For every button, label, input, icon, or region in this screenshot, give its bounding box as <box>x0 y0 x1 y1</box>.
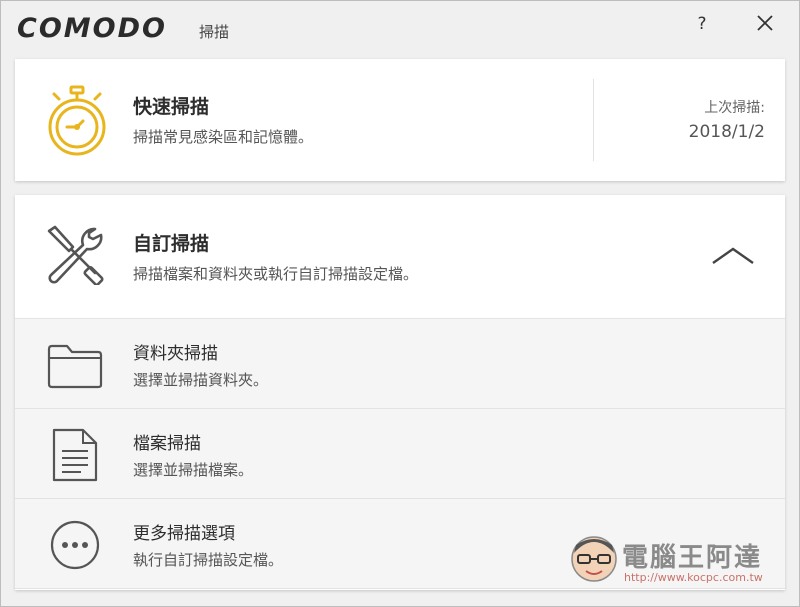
custom-scan-description: 掃描檔案和資料夾或執行自訂掃描設定檔。 <box>133 265 419 283</box>
close-icon <box>757 15 773 31</box>
last-scan-label: 上次掃描: <box>704 100 765 116</box>
custom-scan-header[interactable]: 自訂掃描 掃描檔案和資料夾或執行自訂掃描設定檔。 <box>15 195 785 319</box>
tools-icon <box>47 225 104 285</box>
more-icon <box>50 520 100 570</box>
folder-icon <box>47 344 103 389</box>
quick-scan-title: 快速掃描 <box>133 96 210 118</box>
divider <box>593 79 594 161</box>
watermark-title: 電腦王阿達 <box>622 543 763 573</box>
quick-scan-card[interactable]: 快速掃描 掃描常見感染區和記憶體。 上次掃描: 2018/1/2 <box>15 59 785 181</box>
custom-scan-title: 自訂掃描 <box>133 233 210 255</box>
close-button[interactable] <box>751 9 779 37</box>
file-scan-item[interactable]: 檔案掃描 選擇並掃描檔案。 <box>15 409 785 499</box>
folder-scan-item[interactable]: 資料夾掃描 選擇並掃描資料夾。 <box>15 319 785 409</box>
mascot-icon <box>571 536 617 582</box>
quick-scan-description: 掃描常見感染區和記憶體。 <box>133 128 314 146</box>
file-scan-description: 選擇並掃描檔案。 <box>133 461 254 479</box>
stopwatch-icon <box>48 85 106 156</box>
scan-window: COMODO 掃描 ? 快速掃描 掃描常見感染區和記憶體。 上次掃描: 2018… <box>0 0 800 607</box>
watermark-url: http://www.kocpc.com.tw <box>624 571 763 584</box>
folder-scan-title: 資料夾掃描 <box>133 344 218 364</box>
more-options-description: 執行自訂掃描設定檔。 <box>133 551 284 569</box>
help-button[interactable]: ? <box>691 11 713 37</box>
last-scan-date: 2018/1/2 <box>688 122 765 142</box>
file-scan-title: 檔案掃描 <box>133 434 201 454</box>
title-bar: COMODO 掃描 ? <box>1 1 799 57</box>
file-icon <box>52 428 98 482</box>
brand-logo: COMODO <box>17 13 167 44</box>
chevron-up-icon[interactable] <box>711 243 755 269</box>
watermark: 電腦王阿達 http://www.kocpc.com.tw <box>566 531 791 591</box>
folder-scan-description: 選擇並掃描資料夾。 <box>133 371 269 389</box>
window-title: 掃描 <box>199 23 230 41</box>
more-options-title: 更多掃描選項 <box>133 524 235 544</box>
